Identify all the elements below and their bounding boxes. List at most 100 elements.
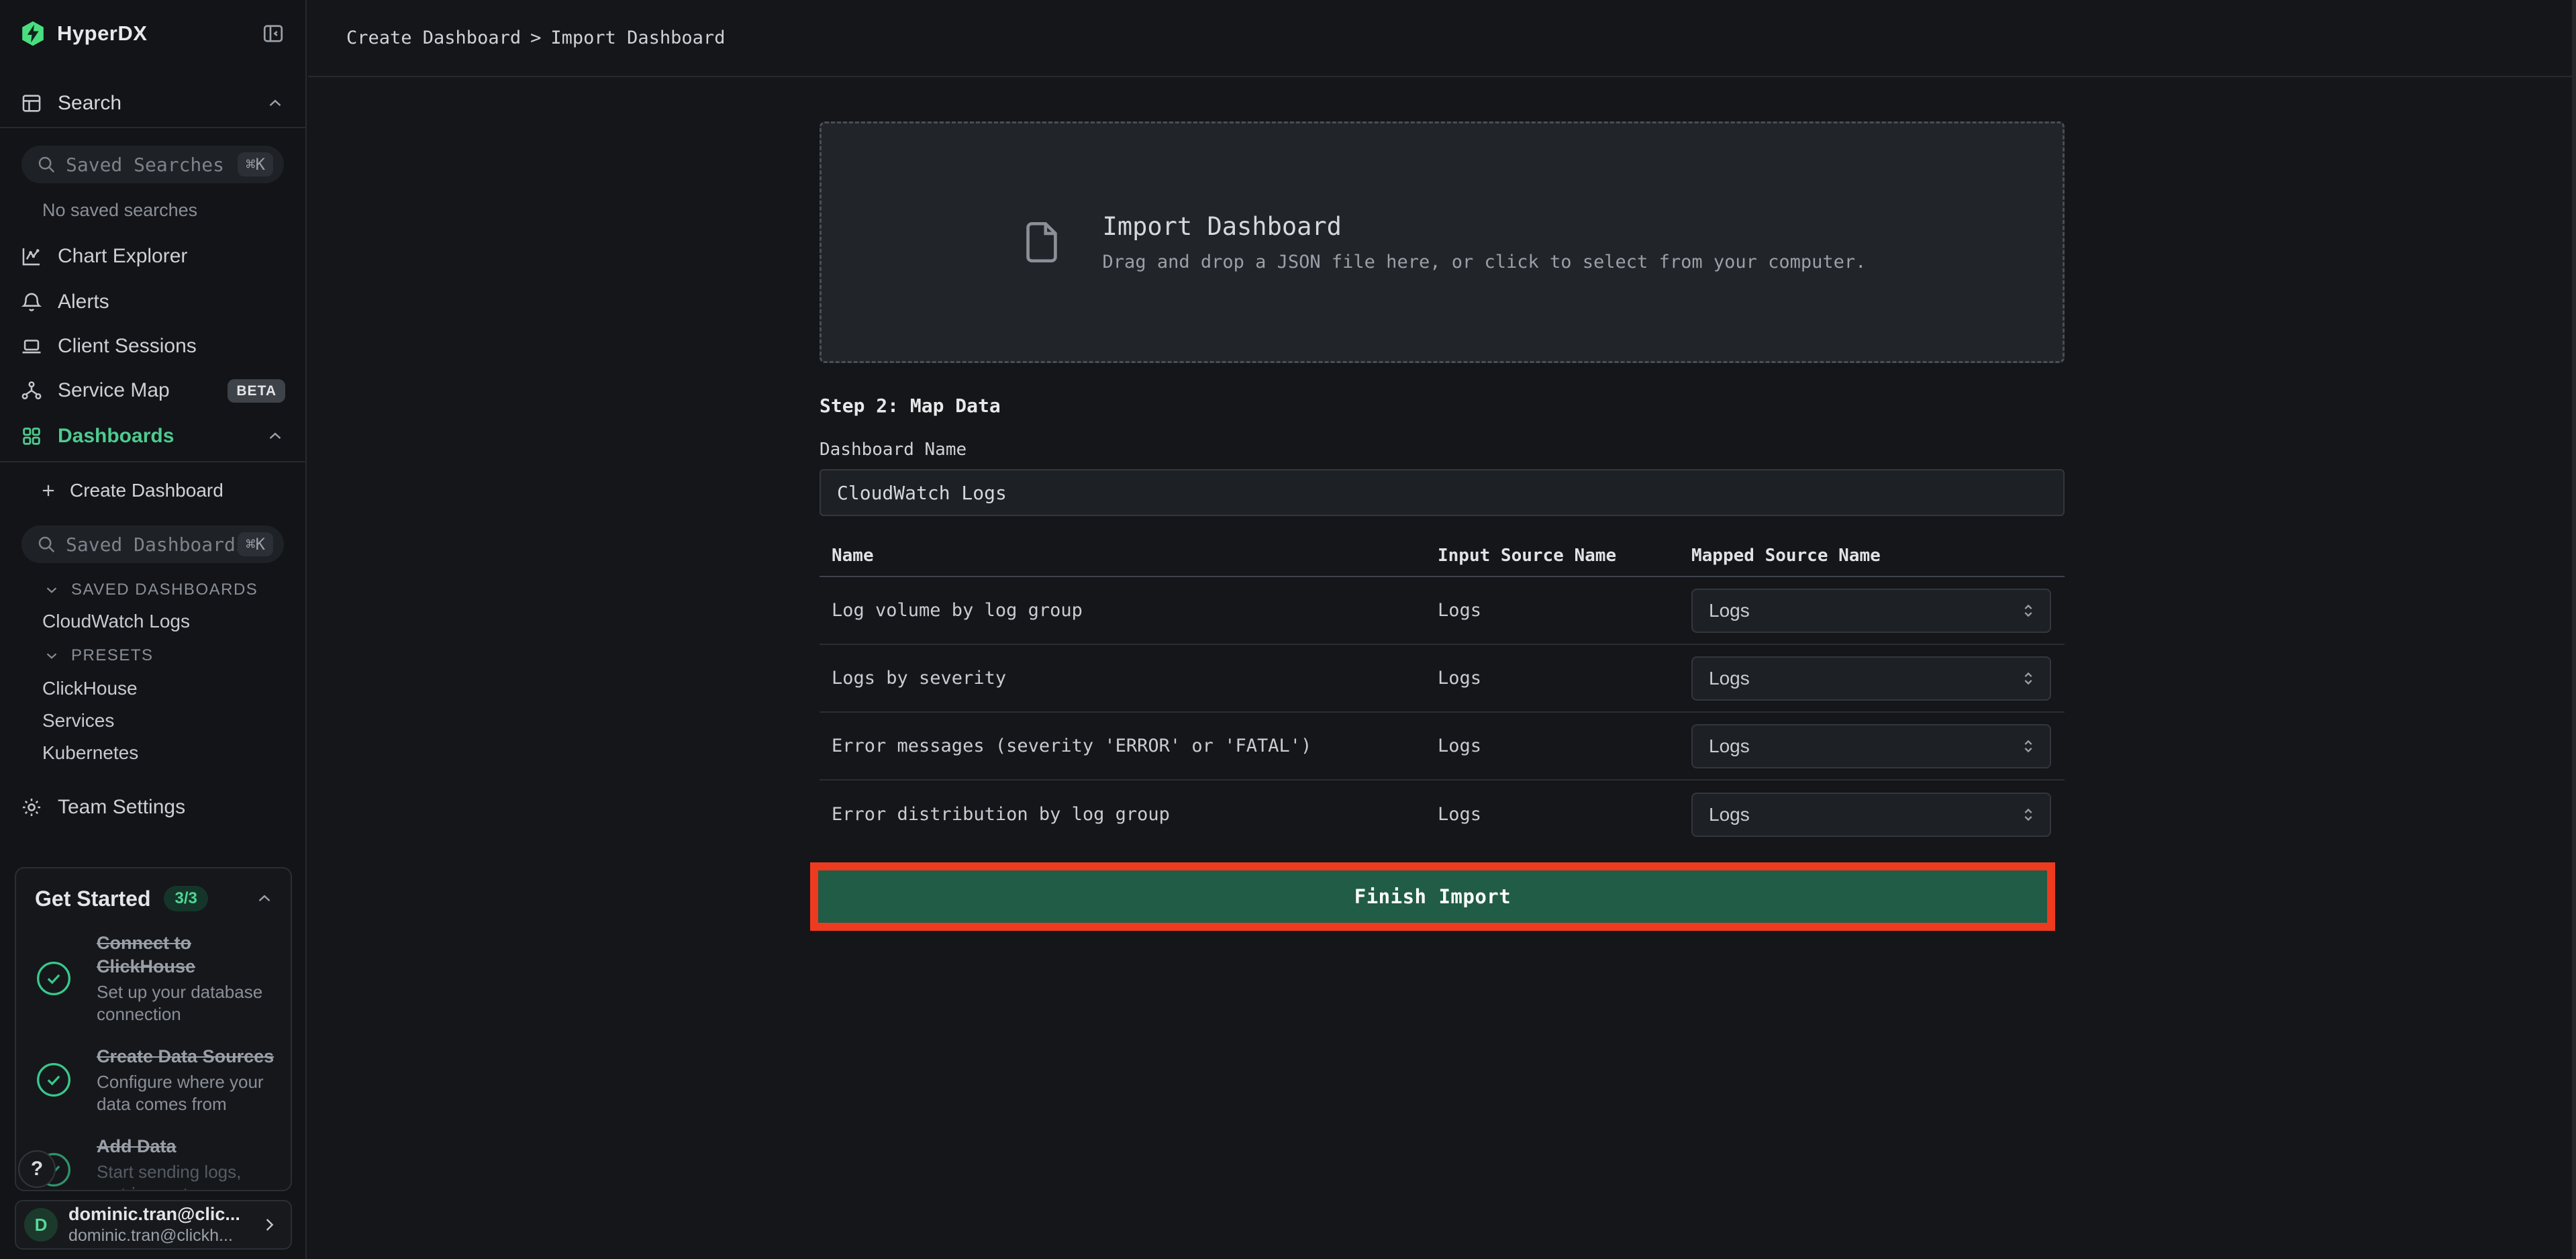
dashboard-name-label: Dashboard Name xyxy=(820,440,2065,460)
table-row: Logs by severity Logs Logs xyxy=(820,645,2065,713)
select-chevrons-icon xyxy=(2019,601,2038,620)
get-started-item-title: Add Data xyxy=(97,1135,275,1158)
breadcrumb-create-dashboard[interactable]: Create Dashboard xyxy=(346,28,521,48)
avatar: D xyxy=(24,1208,58,1242)
sidebar-item-alerts[interactable]: Alerts xyxy=(0,280,305,324)
shortcut-badge: ⌘K xyxy=(238,152,273,177)
check-circle-icon xyxy=(35,960,72,997)
chevron-up-icon xyxy=(265,93,285,113)
user-menu[interactable]: D dominic.tran@clic... dominic.tran@clic… xyxy=(15,1200,292,1250)
user-email: dominic.tran@clickh... xyxy=(68,1226,258,1246)
breadcrumb: Create Dashboard>Import Dashboard xyxy=(346,28,725,48)
chevron-down-icon xyxy=(43,647,60,664)
get-started-item-sources[interactable]: Create Data Sources Configure where your… xyxy=(35,1045,275,1115)
sidebar-preset-kubernetes[interactable]: Kubernetes xyxy=(0,740,305,766)
sidebar-section-search[interactable]: Search xyxy=(0,81,305,125)
search-section-label: Search xyxy=(58,92,265,115)
row-name: Log volume by log group xyxy=(820,600,1438,621)
collapse-sidebar-icon[interactable] xyxy=(261,21,285,46)
column-header-mapped-source: Mapped Source Name xyxy=(1691,546,2065,566)
help-button[interactable]: ? xyxy=(18,1150,56,1188)
team-settings-label: Team Settings xyxy=(58,796,285,819)
get-started-header[interactable]: Get Started 3/3 xyxy=(35,886,275,911)
import-dropzone[interactable]: Import Dashboard Drag and drop a JSON fi… xyxy=(820,121,2065,363)
annotation-highlight-box: Finish Import xyxy=(810,862,2055,931)
get-started-item-add-data[interactable]: Add Data Start sending logs, metrics, or… xyxy=(35,1135,275,1191)
dropzone-title: Import Dashboard xyxy=(1103,212,1867,241)
create-dashboard-label: Create Dashboard xyxy=(70,480,224,501)
get-started-item-subtitle: Configure where your data comes from xyxy=(97,1071,275,1115)
saved-searches-input[interactable] xyxy=(66,154,238,176)
mapped-source-select[interactable]: Logs xyxy=(1691,589,2051,633)
saved-dashboards-input[interactable] xyxy=(66,534,238,556)
mapping-table: Name Input Source Name Mapped Source Nam… xyxy=(820,536,2065,848)
sidebar-dashboard-cloudwatch-logs[interactable]: CloudWatch Logs xyxy=(0,608,305,635)
sidebar-item-label: Alerts xyxy=(58,291,285,313)
plus-icon xyxy=(39,481,58,500)
dropzone-subtitle: Drag and drop a JSON file here, or click… xyxy=(1103,252,1867,272)
check-circle-icon xyxy=(35,1061,72,1099)
search-icon xyxy=(36,534,56,554)
chart-explorer-icon xyxy=(20,245,43,268)
selected-value: Logs xyxy=(1709,736,2019,757)
group-label: SAVED DASHBOARDS xyxy=(71,581,258,599)
sidebar-item-dashboards[interactable]: Dashboards xyxy=(0,414,305,458)
sidebar-item-chart-explorer[interactable]: Chart Explorer xyxy=(0,234,305,279)
file-icon xyxy=(1018,209,1065,276)
sidebar-item-client-sessions[interactable]: Client Sessions xyxy=(0,324,305,368)
search-icon xyxy=(36,154,56,174)
sidebar-item-label: Client Sessions xyxy=(58,335,285,358)
get-started-item-subtitle: Set up your database connection xyxy=(97,981,275,1025)
breadcrumb-separator: > xyxy=(530,28,541,48)
select-chevrons-icon xyxy=(2019,669,2038,688)
table-row: Error distribution by log group Logs Log… xyxy=(820,780,2065,848)
mapped-source-select[interactable]: Logs xyxy=(1691,656,2051,701)
column-header-input-source: Input Source Name xyxy=(1438,546,1691,566)
get-started-title: Get Started xyxy=(35,887,150,911)
get-started-progress-badge: 3/3 xyxy=(164,886,207,911)
sidebar-preset-clickhouse[interactable]: ClickHouse xyxy=(0,675,305,702)
service-map-icon xyxy=(20,379,43,402)
sidebar-preset-services[interactable]: Services xyxy=(0,707,305,734)
chevron-down-icon xyxy=(43,581,60,599)
app-title: HyperDX xyxy=(57,21,261,46)
row-name: Logs by severity xyxy=(820,668,1438,689)
laptop-icon xyxy=(20,335,43,358)
saved-dashboards-search[interactable]: ⌘K xyxy=(21,525,284,563)
bell-icon xyxy=(20,291,43,313)
sidebar-item-service-map[interactable]: Service Map BETA xyxy=(0,368,305,413)
gear-icon xyxy=(20,796,43,819)
step-title: Step 2: Map Data xyxy=(820,395,2065,417)
sidebar-item-label: Service Map xyxy=(58,379,228,402)
selected-value: Logs xyxy=(1709,804,2019,825)
mapped-source-select[interactable]: Logs xyxy=(1691,793,2051,837)
get-started-item-connect[interactable]: Connect to ClickHouse Set up your databa… xyxy=(35,931,275,1025)
get-started-item-title: Connect to ClickHouse xyxy=(97,931,275,978)
column-header-name: Name xyxy=(820,546,1438,566)
user-name: dominic.tran@clic... xyxy=(68,1204,258,1225)
group-saved-dashboards[interactable]: SAVED DASHBOARDS xyxy=(0,577,305,603)
table-header-row: Name Input Source Name Mapped Source Nam… xyxy=(820,536,2065,577)
row-name: Error messages (severity 'ERROR' or 'FAT… xyxy=(820,736,1438,756)
chevron-up-icon xyxy=(265,426,285,446)
mapped-source-select[interactable]: Logs xyxy=(1691,724,2051,768)
search-section-icon xyxy=(20,92,43,115)
select-chevrons-icon xyxy=(2019,737,2038,756)
dashboard-name-input[interactable] xyxy=(820,469,2065,516)
no-saved-searches-text: No saved searches xyxy=(0,200,305,221)
row-input-source: Logs xyxy=(1438,668,1691,689)
group-presets[interactable]: PRESETS xyxy=(0,643,305,668)
beta-badge: BETA xyxy=(228,379,285,403)
get-started-card: Get Started 3/3 Connect to ClickHouse Se… xyxy=(15,867,292,1191)
table-row: Error messages (severity 'ERROR' or 'FAT… xyxy=(820,713,2065,780)
sidebar-item-team-settings[interactable]: Team Settings xyxy=(0,785,305,829)
scrollbar-track[interactable] xyxy=(2572,0,2576,1259)
create-dashboard-button[interactable]: Create Dashboard xyxy=(0,474,305,507)
table-row: Log volume by log group Logs Logs xyxy=(820,577,2065,645)
get-started-item-subtitle: Start sending logs, metrics, or traces xyxy=(97,1161,275,1191)
divider xyxy=(0,127,305,128)
finish-import-button[interactable]: Finish Import xyxy=(818,870,2047,923)
saved-searches-search[interactable]: ⌘K xyxy=(21,146,284,183)
sidebar: HyperDX Search ⌘K No saved searches xyxy=(0,0,307,1259)
sidebar-item-label: Dashboards xyxy=(58,425,265,448)
